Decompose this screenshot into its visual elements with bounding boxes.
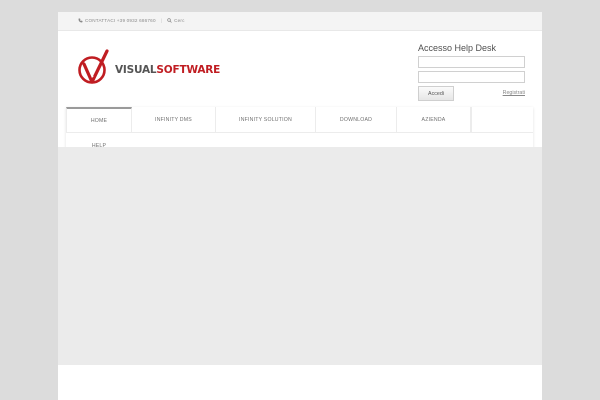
login-button[interactable]: Accedi [418,86,454,101]
nav-item-home[interactable]: HOME [66,107,132,132]
password-field[interactable] [418,71,525,83]
logo[interactable]: VISUALSOFTWARE [75,49,221,87]
nav-item-download[interactable]: DOWNLOAD [316,107,397,132]
nav-item-infinity-dms[interactable]: INFINITY DMS [132,107,216,132]
username-field[interactable] [418,56,525,68]
main-content [58,147,542,365]
search-label: Cerc [174,18,185,23]
nav-item-empty [471,107,533,132]
phone-icon [78,18,83,23]
logo-word-visual: VISUAL [115,64,157,76]
nav-item-azienda[interactable]: AZIENDA [397,107,471,132]
logo-word-software: SOFTWARE [156,64,221,76]
login-title: Accesso Help Desk [418,43,497,53]
nav-divider [66,132,533,133]
search-icon [167,18,172,23]
login-actions: Accedi Registrati [418,86,525,102]
contact-info: CONTATTACI +39 0932 686760 | Cerc [78,18,185,23]
logo-mark-icon [78,49,109,84]
contact-label: CONTATTACI +39 0932 686760 [85,18,156,23]
top-bar: CONTATTACI +39 0932 686760 | Cerc [58,12,542,31]
footer [58,365,542,400]
register-link[interactable]: Registrati [503,90,525,96]
helpdesk-login: Accesso Help Desk Accedi Registrati [418,43,525,102]
topbar-separator: | [160,18,163,23]
logo-wordmark: VISUALSOFTWARE [115,64,220,76]
nav-item-infinity-solution[interactable]: INFINITY SOLUTION [216,107,316,132]
topbar-search[interactable]: Cerc [167,18,185,23]
page: CONTATTACI +39 0932 686760 | Cerc VISUAL… [58,12,542,400]
